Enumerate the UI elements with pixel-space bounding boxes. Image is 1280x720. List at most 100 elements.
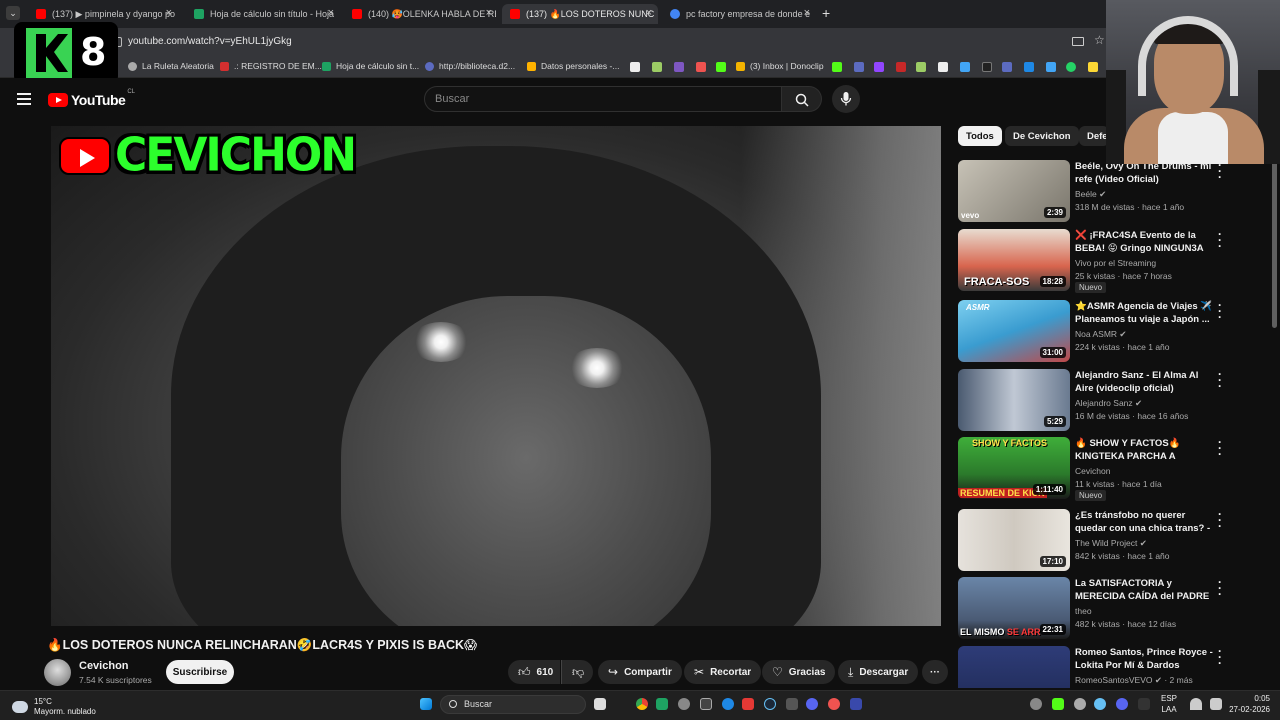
close-tab-icon[interactable]: ×: [804, 7, 810, 19]
recommendation-item[interactable]: EL MISMO SE ARR 22:31 La SATISFACTORIA y…: [958, 576, 1276, 641]
app-icon[interactable]: [786, 698, 798, 710]
more-options-icon[interactable]: · · ·: [1216, 368, 1224, 392]
whatsapp-icon[interactable]: [1066, 62, 1076, 72]
app-icon[interactable]: [850, 698, 862, 710]
app-icon[interactable]: [828, 698, 840, 710]
bookmark-icon[interactable]: [652, 62, 662, 72]
bookmark-icon[interactable]: [696, 62, 706, 72]
recommendation-channel[interactable]: Alejandro Sanz ✔: [1075, 398, 1142, 409]
more-options-icon[interactable]: · · ·: [1216, 299, 1224, 323]
edge-icon[interactable]: [722, 698, 734, 710]
tray-icon[interactable]: [1030, 698, 1042, 710]
bookmark-ruleta[interactable]: La Ruleta Aleatoria: [128, 61, 214, 71]
language-indicator[interactable]: ESP LAA: [1161, 693, 1177, 715]
browser-tab-5[interactable]: pc factory empresa de donde e ×: [662, 4, 816, 24]
more-options-icon[interactable]: · · ·: [1216, 646, 1224, 669]
steam-icon[interactable]: [764, 698, 776, 710]
taskview-icon[interactable]: [594, 698, 606, 710]
discord-icon[interactable]: [806, 698, 818, 710]
tray-icon[interactable]: [1052, 698, 1064, 710]
subscribe-button[interactable]: Suscribirse: [166, 660, 234, 684]
browser-tab-1[interactable]: (137) ▶ pimpinela y dyango po ×: [28, 4, 178, 24]
taskbar-search[interactable]: Buscar: [440, 695, 586, 714]
download-button[interactable]: ⤓ Descargar: [838, 660, 919, 684]
more-options-icon[interactable]: · · ·: [1216, 159, 1224, 183]
video-thumbnail[interactable]: [958, 646, 1070, 688]
chip-defe[interactable]: Defe: [1079, 126, 1109, 146]
wifi-icon[interactable]: [1190, 698, 1202, 710]
kick-icon[interactable]: [716, 62, 726, 72]
bookmark-icon[interactable]: [1046, 62, 1056, 72]
bookmark-icon[interactable]: [1002, 62, 1012, 72]
recommendation-item[interactable]: SHOW Y FACTOS RESUMEN DE KICK 1:11:40 🔥 …: [958, 436, 1276, 501]
close-tab-icon[interactable]: ×: [486, 7, 492, 19]
search-input[interactable]: Buscar: [424, 86, 782, 112]
bookmark-icon[interactable]: [960, 62, 970, 72]
video-thumbnail[interactable]: ASMR 31:00: [958, 300, 1070, 362]
close-tab-icon[interactable]: ×: [328, 7, 334, 19]
recommendation-title[interactable]: ¿Es tránsfobo no querer quedar con una c…: [1075, 509, 1213, 536]
recommendation-item[interactable]: FRACA-SOS 18:28 ❌ ¡FRAC4SA Evento de la …: [958, 228, 1276, 293]
bookmark-icon[interactable]: [832, 62, 842, 72]
app-icon[interactable]: [678, 698, 690, 710]
system-clock[interactable]: 0:05 27-02-2026: [1229, 693, 1270, 715]
recommendation-item[interactable]: ASMR 31:00 ⭐ASMR Agencia de Viajes ✈️ Pl…: [958, 299, 1276, 364]
bookmark-icon[interactable]: [630, 62, 640, 72]
bookmark-donoclip[interactable]: (3) Inbox | Donoclip: [736, 61, 824, 71]
channel-name[interactable]: Cevichon: [79, 660, 129, 672]
video-thumbnail[interactable]: vevo 2:39: [958, 160, 1070, 222]
dislike-button[interactable]: 👎︎: [561, 660, 593, 684]
browser-tab-3[interactable]: (140) 🥵OLENKA HABLA DE RE ×: [344, 4, 498, 24]
address-bar[interactable]: youtube.com/watch?v=yEhUL1jyGkg: [128, 36, 292, 47]
more-options-icon[interactable]: · · ·: [1216, 576, 1224, 600]
video-thumbnail[interactable]: EL MISMO SE ARR 22:31: [958, 577, 1070, 639]
youtube-logo[interactable]: YouTube CL: [48, 89, 135, 108]
recommendation-channel[interactable]: Vivo por el Streaming: [1075, 258, 1156, 268]
video-thumbnail[interactable]: 5:29: [958, 369, 1070, 431]
like-button[interactable]: 👍︎ 610: [508, 660, 560, 684]
bookmark-icon[interactable]: [1024, 62, 1034, 72]
recommendation-item[interactable]: Romeo Santos, Prince Royce - Lokita Por …: [958, 646, 1276, 688]
search-button[interactable]: [782, 86, 822, 112]
video-thumbnail[interactable]: 17:10: [958, 509, 1070, 571]
clip-button[interactable]: ✂ Recortar: [684, 660, 762, 684]
bookmark-icon[interactable]: [674, 62, 684, 72]
bookmark-icon[interactable]: [916, 62, 926, 72]
browser-tab-2[interactable]: Hoja de cálculo sin título - Hoja ×: [186, 4, 340, 24]
voice-search-button[interactable]: [832, 85, 860, 113]
recommendation-channel[interactable]: Noa ASMR ✔: [1075, 329, 1127, 340]
recommendation-channel[interactable]: theo: [1075, 606, 1092, 616]
tray-icon[interactable]: [1116, 698, 1128, 710]
recommendation-title[interactable]: 🔥 SHOW Y FACTOS🔥 KINGTEKA PARCHA A SHAKA…: [1075, 437, 1213, 464]
channel-avatar[interactable]: [44, 659, 71, 686]
windows-start-icon[interactable]: [420, 698, 432, 710]
recommendation-title[interactable]: Alejandro Sanz - El Alma Al Aire (videoc…: [1075, 369, 1213, 395]
chevron-up-icon[interactable]: [1138, 698, 1150, 710]
recommendation-title[interactable]: La SATISFACTORIA y MERECIDA CAÍDA del PA…: [1075, 577, 1213, 604]
bookmark-star-icon[interactable]: ☆: [1094, 33, 1105, 47]
close-tab-icon[interactable]: ×: [646, 7, 652, 19]
recommendation-item[interactable]: vevo 2:39 Beéle, Ovy On The Drums - mi r…: [958, 159, 1276, 224]
tray-icon[interactable]: [1094, 698, 1106, 710]
new-tab-button[interactable]: +: [822, 5, 830, 21]
bookmark-icon[interactable]: [938, 62, 948, 72]
bookmark-icon[interactable]: [854, 62, 864, 72]
app-icon[interactable]: [742, 698, 754, 710]
chrome-icon[interactable]: [636, 698, 648, 710]
browser-tab-active[interactable]: (137) 🔥LOS DOTEROS NUNCA ×: [502, 4, 658, 24]
recommendation-item[interactable]: 17:10 ¿Es tránsfobo no querer quedar con…: [958, 508, 1276, 573]
video-thumbnail[interactable]: FRACA-SOS 18:28: [958, 229, 1070, 291]
twitch-icon[interactable]: [874, 62, 884, 72]
recommendation-channel[interactable]: The Wild Project ✔: [1075, 538, 1147, 549]
recommendation-title[interactable]: ❌ ¡FRAC4SA Evento de la BEBA! 😝 Gringo N…: [1075, 229, 1213, 256]
sidebar-scrollbar[interactable]: [1272, 160, 1277, 328]
chip-all[interactable]: Todos: [958, 126, 1002, 146]
close-tab-icon[interactable]: ×: [166, 7, 172, 19]
tab-search-button[interactable]: ⌄: [6, 6, 20, 20]
app-icon[interactable]: [700, 698, 712, 710]
hamburger-menu-icon[interactable]: [17, 93, 31, 105]
chip-from-channel[interactable]: De Cevichon: [1005, 126, 1079, 146]
video-player[interactable]: CEVICHON: [51, 126, 941, 626]
bookmark-registro[interactable]: .: REGISTRO DE EM...: [220, 61, 322, 71]
sheets-icon[interactable]: [656, 698, 668, 710]
